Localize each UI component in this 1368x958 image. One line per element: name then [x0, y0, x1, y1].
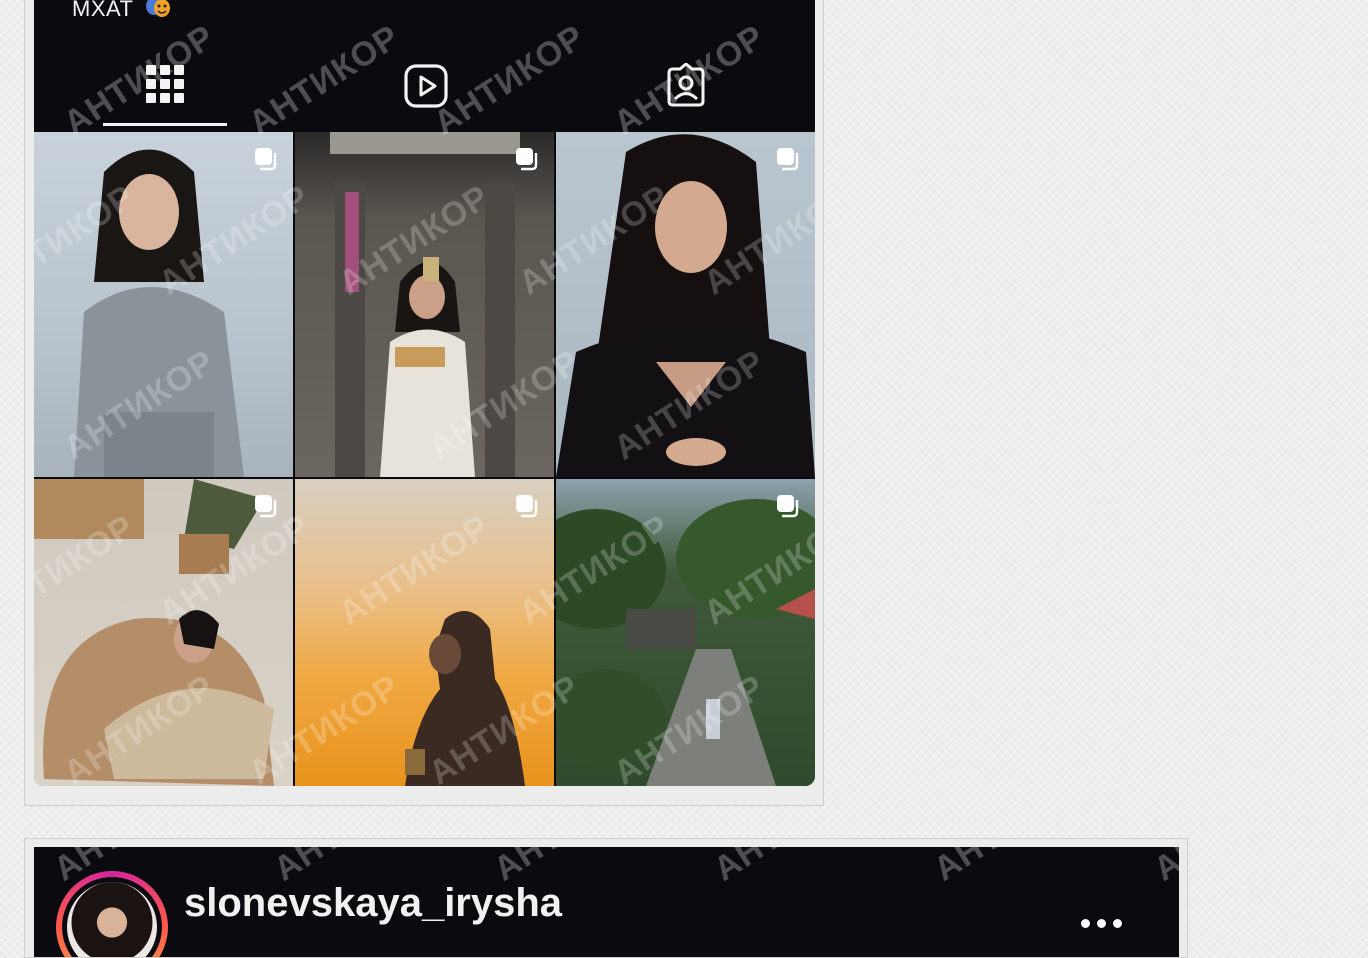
post-thumbnail[interactable] — [295, 479, 554, 786]
story-ring — [56, 871, 168, 957]
photo-sunset-silhouette — [405, 611, 525, 786]
photo-elevator-selfie — [330, 132, 520, 477]
tagged-icon — [667, 63, 705, 107]
username[interactable]: slonevskaya_irysha — [184, 881, 562, 926]
post-thumbnail[interactable] — [34, 132, 293, 477]
multiple-photos-icon — [777, 148, 799, 171]
profile-bio: МХАТ — [72, 0, 134, 21]
tab-tagged[interactable] — [554, 41, 814, 131]
multiple-photos-icon — [516, 148, 538, 171]
instagram-profile-screen: МХАТ АНТИКОР АНТИКОР АНТИКОР АНТИКОР АНТ… — [34, 0, 815, 786]
post-thumbnail[interactable] — [34, 479, 293, 786]
tab-posts-grid[interactable] — [34, 41, 294, 131]
theater-masks-icon — [146, 0, 170, 17]
photo-woman-bean-bag — [34, 479, 274, 786]
tab-reels[interactable] — [294, 41, 554, 131]
posts-grid — [34, 132, 815, 786]
multiple-photos-icon — [516, 495, 538, 518]
instagram-post-screen: slonevskaya_irysha АНТИКОР АНТИКОР АНТИК… — [34, 847, 1179, 957]
photo-woman-black-top — [556, 134, 815, 477]
post-thumbnail[interactable] — [556, 132, 815, 477]
multiple-photos-icon — [255, 495, 277, 518]
multiple-photos-icon — [777, 495, 799, 518]
multiple-photos-icon — [255, 148, 277, 171]
grid-icon — [146, 65, 184, 103]
screenshot-card-profile-grid: МХАТ АНТИКОР АНТИКОР АНТИКОР АНТИКОР АНТ… — [24, 0, 824, 806]
photo-woman-grey-cardigan — [74, 149, 244, 477]
post-thumbnail[interactable] — [556, 479, 815, 786]
selected-tab-indicator — [103, 123, 227, 126]
photo-jungle-path — [556, 499, 815, 786]
screenshot-card-post-header: slonevskaya_irysha АНТИКОР АНТИКОР АНТИК… — [24, 838, 1188, 958]
post-thumbnail[interactable] — [295, 132, 554, 477]
profile-tabs — [34, 41, 815, 131]
watermark: АНТИКОР — [707, 847, 872, 889]
more-options-icon[interactable] — [1081, 915, 1131, 931]
watermark: АНТИКОР — [1147, 847, 1179, 889]
avatar[interactable] — [67, 882, 157, 957]
watermark: АНТИКОР — [927, 847, 1092, 889]
reels-icon — [404, 64, 448, 108]
